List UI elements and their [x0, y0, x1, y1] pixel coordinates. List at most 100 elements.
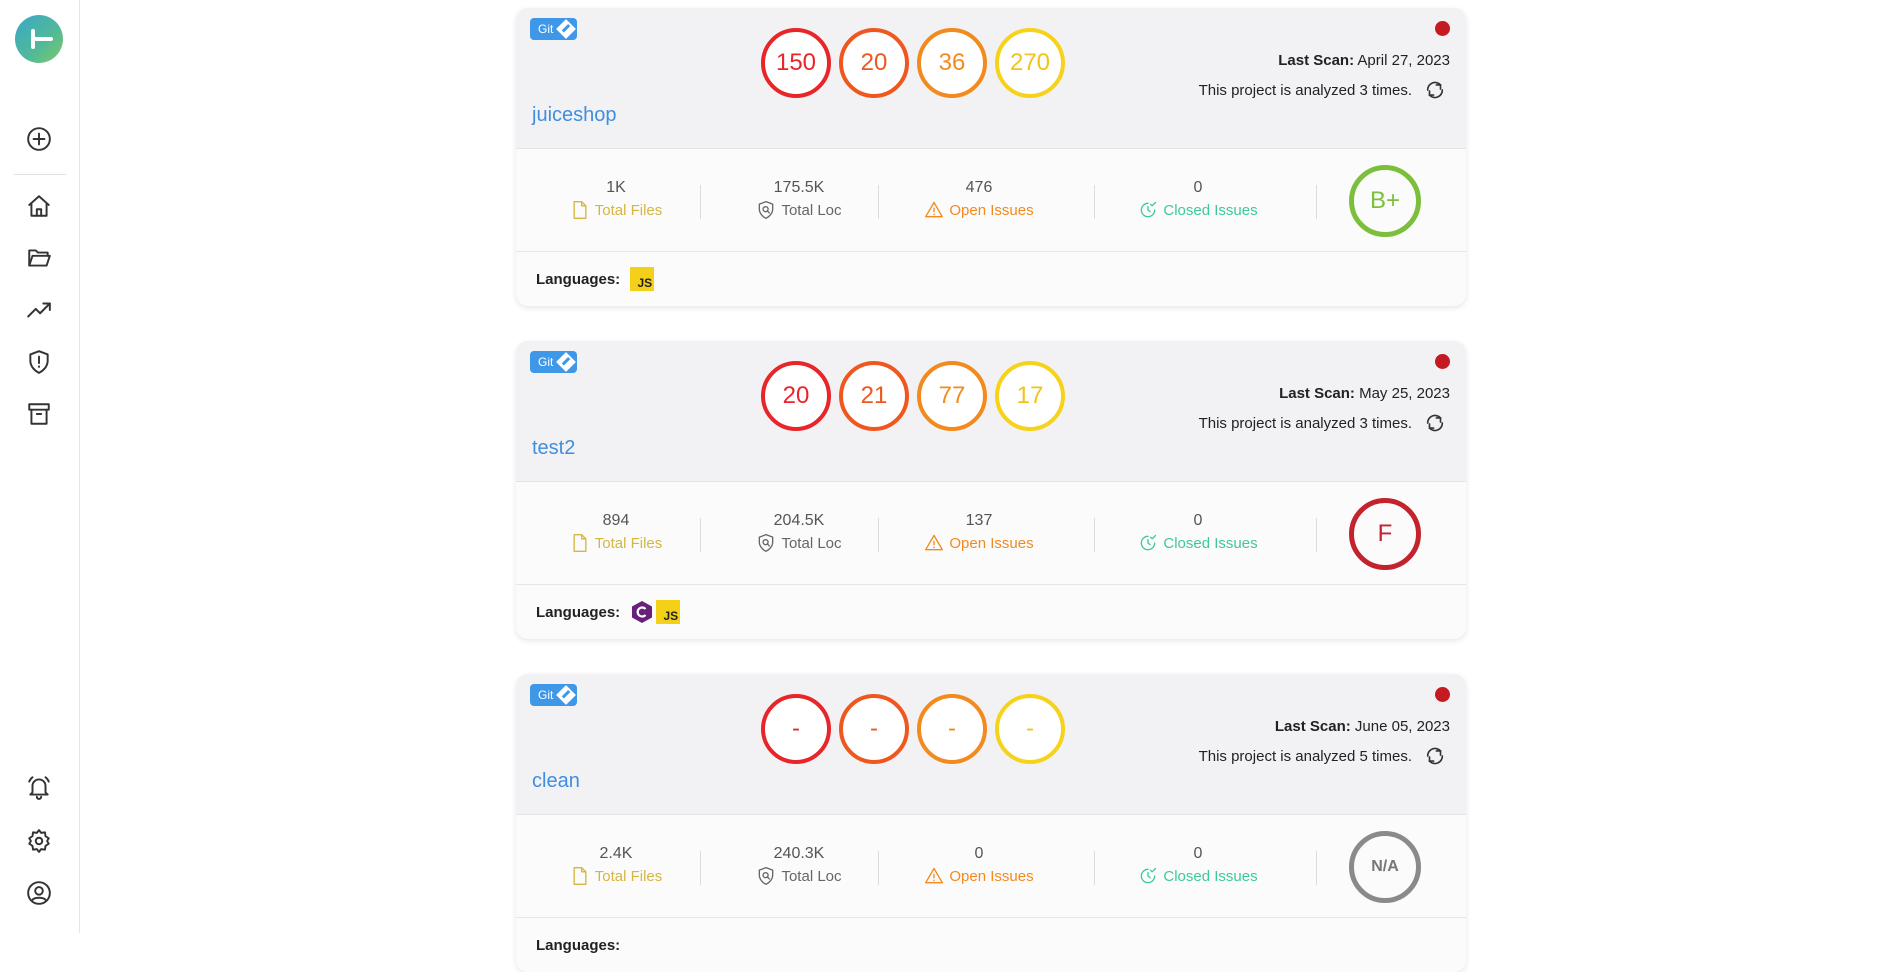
folder-icon[interactable]	[24, 243, 54, 273]
shield-search-icon	[759, 201, 774, 219]
file-icon	[573, 201, 587, 219]
total-files-value: 2.4K	[599, 845, 633, 862]
high-count[interactable]: -	[839, 694, 909, 764]
project-name-link[interactable]: clean	[532, 770, 580, 793]
stat-divider	[1094, 851, 1095, 885]
user-circle-icon[interactable]	[24, 878, 54, 908]
total-loc-label: Total Loc	[781, 201, 842, 219]
languages-row: Languages:	[516, 918, 1466, 972]
open-issues-label: Open Issues	[949, 201, 1034, 219]
low-count[interactable]: 270	[995, 28, 1065, 98]
clock-check-icon	[1141, 201, 1157, 218]
high-count[interactable]: 20	[839, 28, 909, 98]
csharp-icon	[630, 600, 654, 624]
shield-search-icon	[759, 534, 774, 552]
medium-count[interactable]: -	[917, 694, 987, 764]
javascript-icon: JS	[630, 267, 655, 291]
languages-label: Languages:	[536, 936, 621, 954]
stat-divider	[878, 518, 879, 552]
medium-count[interactable]: 36	[917, 28, 987, 98]
plus-circle-icon[interactable]	[24, 124, 54, 154]
shield-search-icon	[759, 867, 774, 885]
languages-label: Languages:	[536, 270, 621, 288]
stat-divider	[878, 851, 879, 885]
closed-issues-value: 0	[1193, 512, 1203, 529]
closed-issues-stat: 0 Closed Issues	[1128, 512, 1268, 558]
open-issues-value: 137	[965, 512, 993, 529]
project-card-header: Git - - - - Last Scan: June 05, 2023 Thi…	[516, 674, 1466, 815]
critical-count[interactable]: -	[761, 694, 831, 764]
home-icon[interactable]	[24, 191, 54, 221]
analyzed-text: This project is analyzed 3 times.	[1198, 414, 1412, 432]
severity-counts: 150 20 36 270	[761, 28, 1065, 98]
stat-divider	[1316, 185, 1317, 219]
last-scan-label: Last Scan:	[1279, 385, 1355, 402]
refresh-icon[interactable]	[1424, 412, 1446, 434]
stat-divider	[1094, 518, 1095, 552]
open-issues-stat: 476 Open Issues	[914, 179, 1044, 225]
stat-divider	[878, 185, 879, 219]
gear-icon[interactable]	[24, 826, 54, 856]
stat-divider	[700, 518, 701, 552]
project-card: Git 20 21 77 17 Last Scan: May 25, 2023 …	[516, 341, 1466, 639]
stat-divider	[1094, 185, 1095, 219]
archive-icon[interactable]	[24, 399, 54, 429]
total-files-value: 1K	[606, 179, 626, 196]
high-count[interactable]: 21	[839, 361, 909, 431]
total-loc-value: 240.3K	[773, 845, 825, 862]
closed-issues-value: 0	[1193, 179, 1203, 196]
closed-issues-value: 0	[1193, 845, 1203, 862]
project-card-header: Git 20 21 77 17 Last Scan: May 25, 2023 …	[516, 341, 1466, 482]
open-issues-stat: 137 Open Issues	[914, 512, 1044, 558]
git-icon	[556, 19, 577, 39]
stat-divider	[1316, 851, 1317, 885]
project-card: Git - - - - Last Scan: June 05, 2023 Thi…	[516, 674, 1466, 972]
bell-icon[interactable]	[24, 772, 54, 802]
total-loc-value: 175.5K	[773, 179, 825, 196]
git-badge: Git	[530, 18, 578, 40]
last-scan-date: May 25, 2023	[1359, 385, 1450, 402]
closed-issues-label: Closed Issues	[1163, 534, 1258, 552]
total-loc-stat: 204.5K Total Loc	[734, 512, 864, 558]
project-name-link[interactable]: test2	[532, 437, 575, 460]
refresh-icon[interactable]	[1424, 745, 1446, 767]
trending-up-icon[interactable]	[24, 295, 54, 325]
analyzed-text: This project is analyzed 5 times.	[1198, 747, 1412, 765]
status-dot	[1435, 687, 1450, 702]
critical-count[interactable]: 150	[761, 28, 831, 98]
open-issues-label: Open Issues	[949, 867, 1034, 885]
shield-alert-icon[interactable]	[24, 347, 54, 377]
medium-count[interactable]: 77	[917, 361, 987, 431]
grade-badge: F	[1349, 498, 1421, 570]
low-count[interactable]: -	[995, 694, 1065, 764]
total-loc-stat: 240.3K Total Loc	[734, 845, 864, 891]
git-label: Git	[538, 688, 554, 702]
open-issues-value: 0	[974, 845, 984, 862]
clock-check-icon	[1141, 867, 1157, 884]
file-icon	[573, 867, 587, 885]
closed-issues-stat: 0 Closed Issues	[1128, 845, 1268, 891]
git-icon	[556, 352, 577, 372]
grade-badge: B+	[1349, 165, 1421, 237]
open-issues-value: 476	[965, 179, 993, 196]
project-stats: 2.4K Total Files 240.3K Total Loc 0 Open…	[516, 815, 1466, 918]
total-files-stat: 894 Total Files	[556, 512, 676, 558]
low-count[interactable]: 17	[995, 361, 1065, 431]
last-scan-label: Last Scan:	[1274, 718, 1351, 735]
open-issues-stat: 0 Open Issues	[914, 845, 1044, 891]
git-label: Git	[538, 22, 554, 36]
total-files-stat: 2.4K Total Files	[556, 845, 676, 891]
app-logo[interactable]	[15, 15, 63, 63]
total-files-label: Total Files	[594, 534, 663, 552]
total-files-stat: 1K Total Files	[556, 179, 676, 225]
status-dot	[1435, 354, 1450, 369]
stat-divider	[700, 185, 701, 219]
analyzed-info: This project is analyzed 5 times.	[1199, 745, 1446, 767]
critical-count[interactable]: 20	[761, 361, 831, 431]
total-files-label: Total Files	[594, 867, 663, 885]
total-loc-label: Total Loc	[781, 867, 842, 885]
refresh-icon[interactable]	[1424, 79, 1446, 101]
severity-counts: - - - -	[761, 694, 1065, 764]
warning-icon	[925, 201, 944, 218]
project-name-link[interactable]: juiceshop	[532, 104, 617, 127]
